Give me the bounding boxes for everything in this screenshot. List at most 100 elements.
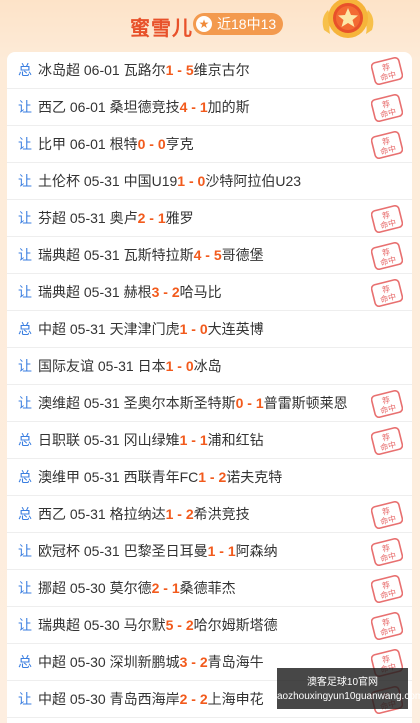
hit-stamp-icon: 荐命中 xyxy=(371,575,403,603)
list-item[interactable]: 让国际友谊 05-31 日本1 - 0冰岛 xyxy=(7,348,412,385)
match-info: 瑞典超 05-31 瓦斯特拉斯 xyxy=(38,247,194,263)
list-item[interactable]: 总中超 05-31 天津津门虎1 - 0大连英博 xyxy=(7,311,412,348)
away-team: 青岛海牛 xyxy=(207,654,264,670)
watermark: 澳客足球10官网 aozhouxingyun10guanwang.com xyxy=(277,668,420,709)
away-score: 5 xyxy=(185,62,194,78)
match-info: 中超 05-30 青岛西海岸 xyxy=(38,691,180,707)
away-score: 0 xyxy=(199,321,208,337)
list-item[interactable]: 让土伦杯 05-31 中国U191 - 0沙特阿拉伯U23 xyxy=(7,163,412,200)
bet-type-label: 让 xyxy=(18,580,32,596)
hit-stamp-icon: 荐命中 xyxy=(371,612,403,640)
away-team: 冰岛 xyxy=(193,358,222,374)
home-score: 1 xyxy=(198,469,207,485)
away-score: 2 xyxy=(199,654,208,670)
match-text: 瑞典超 05-31 赫根3 - 2哈马比 xyxy=(38,274,222,310)
streak-badge: ★ 近18中13 xyxy=(193,13,283,35)
score-separator: - xyxy=(187,691,200,707)
hit-stamp-icon: 荐命中 xyxy=(371,94,403,122)
list-item[interactable]: 总冰岛超 06-01 瓦路尔1 - 5维京古尔 荐命中 xyxy=(7,52,412,89)
away-score: 1 xyxy=(199,99,208,115)
away-score: 1 xyxy=(199,432,208,448)
bet-type-label: 总 xyxy=(18,432,32,448)
score-separator: - xyxy=(145,210,158,226)
away-score: 1 xyxy=(157,210,166,226)
bet-type-label: 总 xyxy=(18,321,32,337)
match-info: 中超 05-31 天津津门虎 xyxy=(38,321,180,337)
watermark-url: aozhouxingyun10guanwang.com xyxy=(277,691,420,702)
match-info: 冰岛超 06-01 瓦路尔 xyxy=(38,62,166,78)
medal-icon xyxy=(322,0,374,38)
expert-name: 蜜雪儿 xyxy=(130,18,193,40)
match-text: 芬超 05-31 奥卢2 - 1雅罗 xyxy=(38,200,194,236)
away-team: 维京古尔 xyxy=(193,62,250,78)
score-separator: - xyxy=(201,247,214,263)
list-item[interactable]: 总西乙 05-31 格拉纳达1 - 2希洪竞技 荐命中 xyxy=(7,496,412,533)
list-item[interactable]: 总日职联 05-31 冈山绿雉1 - 1浦和红钻荐命中 xyxy=(7,422,412,459)
match-info: 中超 05-30 深圳新鹏城 xyxy=(38,654,180,670)
list-item[interactable]: 让欧冠杯 05-31 巴黎圣日耳曼1 - 1阿森纳荐命中 xyxy=(7,533,412,570)
list-item[interactable]: 让澳维超 05-31 圣奥尔本斯圣特斯0 - 1普雷斯顿莱恩荐命中 xyxy=(7,385,412,422)
match-info: 土伦杯 05-31 中国U19 xyxy=(38,173,178,189)
match-text: 日职联 05-31 冈山绿雉1 - 1浦和红钻 xyxy=(38,422,264,458)
match-text: 瑞典超 05-31 瓦斯特拉斯4 - 5哥德堡 xyxy=(38,237,264,273)
bet-type-label: 让 xyxy=(18,210,32,226)
list-item[interactable]: 让瑞典超 05-31 赫根3 - 2哈马比 荐命中 xyxy=(7,274,412,311)
away-score: 2 xyxy=(185,617,194,633)
away-team: 加的斯 xyxy=(207,99,250,115)
match-list: 总冰岛超 06-01 瓦路尔1 - 5维京古尔荐命中让西乙 06-01 桑坦德竞… xyxy=(7,52,412,723)
match-text: 瑞典超 05-30 马尔默5 - 2哈尔姆斯塔德 xyxy=(38,607,278,643)
score-separator: - xyxy=(243,395,256,411)
home-score: 1 xyxy=(177,173,186,189)
match-text: 西乙 05-31 格拉纳达1 - 2希洪竞技 xyxy=(38,496,250,532)
away-team: 普雷斯顿莱恩 xyxy=(263,395,348,411)
score-separator: - xyxy=(159,580,172,596)
match-info: 西乙 05-31 格拉纳达 xyxy=(38,506,166,522)
away-score: 1 xyxy=(255,395,264,411)
away-team: 哥德堡 xyxy=(221,247,264,263)
bet-type-label: 让 xyxy=(18,395,32,411)
bet-type-label: 总 xyxy=(18,654,32,670)
away-score: 2 xyxy=(199,691,208,707)
match-info: 欧冠杯 05-31 巴黎圣日耳曼 xyxy=(38,543,208,559)
match-info: 澳维甲 05-31 西联青年FC xyxy=(38,469,199,485)
match-info: 国际友谊 05-31 日本 xyxy=(38,358,166,374)
bet-type-label: 让 xyxy=(18,284,32,300)
score-separator: - xyxy=(173,506,186,522)
away-team: 诺夫克特 xyxy=(226,469,283,485)
score-separator: - xyxy=(185,173,198,189)
score-separator: - xyxy=(145,136,158,152)
list-item[interactable]: 总澳维甲 05-31 西联青年FC1 - 2诺夫克特 xyxy=(7,459,412,496)
list-item[interactable]: 让瑞典超 05-31 瓦斯特拉斯4 - 5哥德堡 荐命中 xyxy=(7,237,412,274)
away-team: 沙特阿拉伯U23 xyxy=(205,173,302,189)
list-item[interactable]: 让瑞典超 05-30 马尔默5 - 2哈尔姆斯塔德 荐命中 xyxy=(7,607,412,644)
match-text: 土伦杯 05-31 中国U191 - 0沙特阿拉伯U23 xyxy=(38,163,301,199)
bet-type-label: 让 xyxy=(18,136,32,152)
away-team: 哈马比 xyxy=(179,284,222,300)
bet-type-label: 让 xyxy=(18,358,32,374)
watermark-title: 澳客足球10官网 xyxy=(306,677,379,688)
list-item[interactable]: 让芬超 05-31 奥卢2 - 1雅罗 荐命中 xyxy=(7,200,412,237)
hit-stamp-icon: 荐命中 xyxy=(371,242,403,270)
list-item[interactable]: 让西乙 06-01 桑坦德竞技4 - 1加的斯 荐命中 xyxy=(7,89,412,126)
away-team: 桑德菲杰 xyxy=(179,580,236,596)
match-info: 挪超 05-30 莫尔德 xyxy=(38,580,152,596)
match-text: 挪超 05-30 莫尔德2 - 1桑德菲杰 xyxy=(38,570,236,606)
away-score: 5 xyxy=(213,247,222,263)
match-info: 澳维超 05-31 圣奥尔本斯圣特斯 xyxy=(38,395,236,411)
away-team: 希洪竞技 xyxy=(193,506,250,522)
bet-type-label: 总 xyxy=(18,469,32,485)
list-item[interactable]: 让挪超 05-30 莫尔德2 - 1桑德菲杰 荐命中 xyxy=(7,570,412,607)
score-separator: - xyxy=(215,543,228,559)
score-separator: - xyxy=(173,617,186,633)
hit-stamp-icon: 荐命中 xyxy=(371,279,403,307)
match-info: 比甲 06-01 根特 xyxy=(38,136,138,152)
bet-type-label: 让 xyxy=(18,617,32,633)
list-item[interactable]: 让比甲 06-01 根特0 - 0亨克荐命中 xyxy=(7,126,412,163)
away-score: 2 xyxy=(171,284,180,300)
match-info: 瑞典超 05-31 赫根 xyxy=(38,284,152,300)
bet-type-label: 总 xyxy=(18,62,32,78)
bet-type-label: 让 xyxy=(18,99,32,115)
score-separator: - xyxy=(187,99,200,115)
away-team: 雅罗 xyxy=(165,210,194,226)
score-separator: - xyxy=(173,358,186,374)
